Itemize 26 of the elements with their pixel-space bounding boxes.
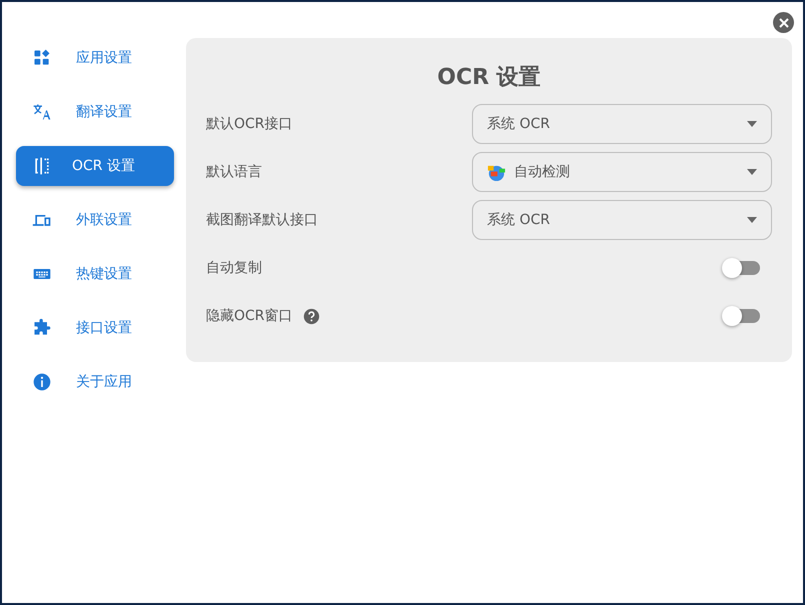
toggle-switch[interactable] xyxy=(722,305,762,327)
setting-label: 截图翻译默认接口 xyxy=(206,211,318,229)
close-button[interactable] xyxy=(773,12,794,33)
info-icon xyxy=(32,372,52,392)
caret-icon xyxy=(747,169,757,175)
close-icon xyxy=(778,18,788,28)
caret-icon xyxy=(747,217,757,223)
setting-label: 隐藏OCR窗口 xyxy=(206,307,293,325)
dropdown[interactable]: 系统 OCR xyxy=(472,104,772,144)
sidebar-item[interactable]: 接口设置 xyxy=(16,308,174,348)
sidebar-item[interactable]: 翻译设置 xyxy=(16,92,174,132)
sidebar-item[interactable]: 外联设置 xyxy=(16,200,174,240)
sidebar-item[interactable]: 热键设置 xyxy=(16,254,174,294)
sidebar-item[interactable]: 关于应用 xyxy=(16,362,174,402)
translate-icon xyxy=(32,102,52,122)
panel-title: OCR 设置 xyxy=(436,64,542,92)
dropdown[interactable]: 系统 OCR xyxy=(472,200,772,240)
setting-label: 默认语言 xyxy=(206,163,262,181)
toggle-switch[interactable] xyxy=(722,257,762,279)
sidebar-item[interactable]: 应用设置 xyxy=(16,38,174,78)
dropdown[interactable]: 自动检测 xyxy=(472,152,772,192)
help-icon[interactable] xyxy=(302,308,320,324)
setting-label: 默认OCR接口 xyxy=(206,115,293,133)
sidebar-item[interactable]: OCR 设置 xyxy=(16,146,174,186)
caret-icon xyxy=(747,121,757,127)
setting-label: 自动复制 xyxy=(206,259,262,277)
